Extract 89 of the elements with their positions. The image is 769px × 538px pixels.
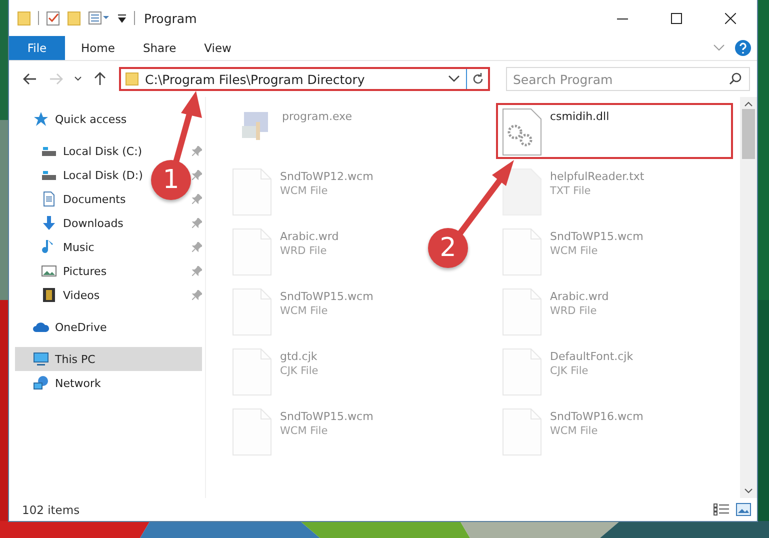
scroll-down-icon[interactable] [744,488,753,494]
pin-icon [192,218,202,228]
nav-item[interactable]: Local Disk (D:) [41,165,143,185]
expand-ribbon-icon[interactable] [713,44,725,52]
network-icon [33,375,49,391]
ribbon-tab[interactable]: View [190,36,246,60]
file-type: WCM File [280,185,329,197]
file-name: SndToWP15.wcm [550,230,644,243]
pin-icon [192,194,202,204]
file-name: SndToWP16.wcm [550,410,644,423]
file-icon [232,288,272,336]
folder-icon [125,72,139,86]
window-title: Program [144,10,197,26]
picture-icon [41,263,57,279]
download-icon [41,215,57,231]
file-icon [232,408,272,456]
file-type: WRD File [280,245,328,257]
ribbon-tab[interactable]: Share [128,36,190,60]
file-name: program.exe [282,110,352,123]
file-item[interactable]: csmidih.dll [496,103,733,159]
file-name: helpfulReader.txt [550,170,644,183]
item-count: 102 items [22,502,80,516]
film-icon [41,287,57,303]
refresh-icon [472,73,484,85]
file-name: SndToWP12.wcm [280,170,374,183]
file-name: DefaultFont.cjk [550,350,634,363]
chevron-down-icon [74,76,82,82]
ribbon-tab[interactable]: Home [67,36,129,60]
up-arrow-icon [94,72,106,86]
nav-item[interactable]: Music [41,237,94,257]
file-icon [502,348,542,396]
dropdown-icon[interactable] [117,13,127,23]
pin-icon [192,146,202,156]
file-icon [502,168,542,216]
file-icon [502,228,542,276]
file-type: WCM File [550,245,599,257]
file-type: WCM File [550,425,599,437]
file-icon [502,408,542,456]
file-name: csmidih.dll [550,110,610,123]
forward-arrow-icon [49,73,63,85]
file-type: WRD File [550,305,598,317]
file-icon [232,348,272,396]
file-name: Arabic.wrd [550,290,609,303]
address-path: C:\Program Files\Program Directory [145,72,366,86]
pin-icon [192,266,202,276]
file-name: Arabic.wrd [280,230,339,243]
file-type: TXT File [550,185,592,197]
nav-item[interactable]: Videos [41,285,100,305]
nav-item[interactable]: Downloads [41,213,124,233]
document-icon [41,191,57,207]
file-icon [232,228,272,276]
maximize-icon [670,12,682,24]
file-icon [502,288,542,336]
dropdown-icon[interactable] [448,75,460,83]
nav-item[interactable]: Documents [41,189,126,209]
pin-icon [192,290,202,300]
file-menu-button[interactable]: File [9,36,65,60]
settings-file-icon [502,108,542,156]
back-arrow-icon [23,73,37,85]
file-type: WCM File [280,425,329,437]
file-icon [232,168,272,216]
file-name: SndToWP15.wcm [280,290,374,303]
scroll-thumb[interactable] [742,109,755,159]
file-name: SndToWP15.wcm [280,410,374,423]
file-type: CJK File [550,365,590,377]
nav-item[interactable]: OneDrive [33,317,107,337]
close-icon [724,12,736,24]
nav-item[interactable]: Local Disk (C:) [41,141,142,161]
search-field[interactable]: Search Program [506,67,750,91]
help-icon[interactable] [735,40,751,56]
checklist-icon[interactable] [46,10,60,26]
nav-item[interactable]: Quick access [33,109,127,129]
monitor-icon [33,351,49,367]
file-name: gtd.cjk [280,350,318,363]
nav-item[interactable]: Network [33,373,101,393]
nav-item[interactable]: This PC [33,349,96,369]
search-icon [729,72,742,85]
star-icon [33,111,49,127]
file-type: CJK File [280,365,318,377]
scroll-up-icon[interactable] [744,101,753,107]
pin-icon [192,170,202,180]
address-bar[interactable]: C:\Program Files\Program Directory [119,67,490,91]
properties-icon[interactable] [88,11,110,25]
scrollbar[interactable] [740,97,757,498]
file-type: WCM File [280,305,329,317]
large-icons-view-icon[interactable] [736,503,751,516]
pin-icon [192,242,202,252]
nav-item[interactable]: Pictures [41,261,107,281]
details-view-icon[interactable] [713,503,730,516]
